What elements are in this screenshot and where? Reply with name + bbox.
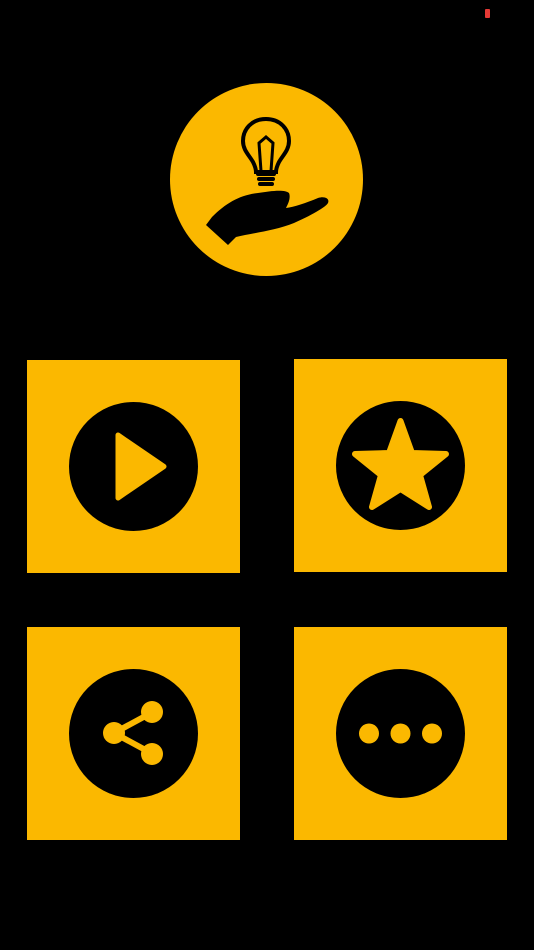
star-icon-circle: [336, 401, 465, 530]
hand-lightbulb-icon: [206, 116, 329, 245]
more-button[interactable]: [294, 627, 507, 840]
share-button[interactable]: [27, 627, 240, 840]
more-icon-circle: [336, 669, 465, 798]
main-menu-screen: [0, 0, 534, 950]
more-dots-icon: [359, 723, 442, 744]
play-icon-circle: [69, 402, 198, 531]
share-icon: [103, 701, 163, 765]
rate-button[interactable]: [294, 359, 507, 572]
share-icon-circle: [69, 669, 198, 798]
play-icon: [115, 432, 167, 501]
app-logo: [170, 83, 363, 276]
status-indicator: [485, 9, 490, 18]
play-button[interactable]: [27, 360, 240, 573]
star-icon: [352, 418, 449, 510]
